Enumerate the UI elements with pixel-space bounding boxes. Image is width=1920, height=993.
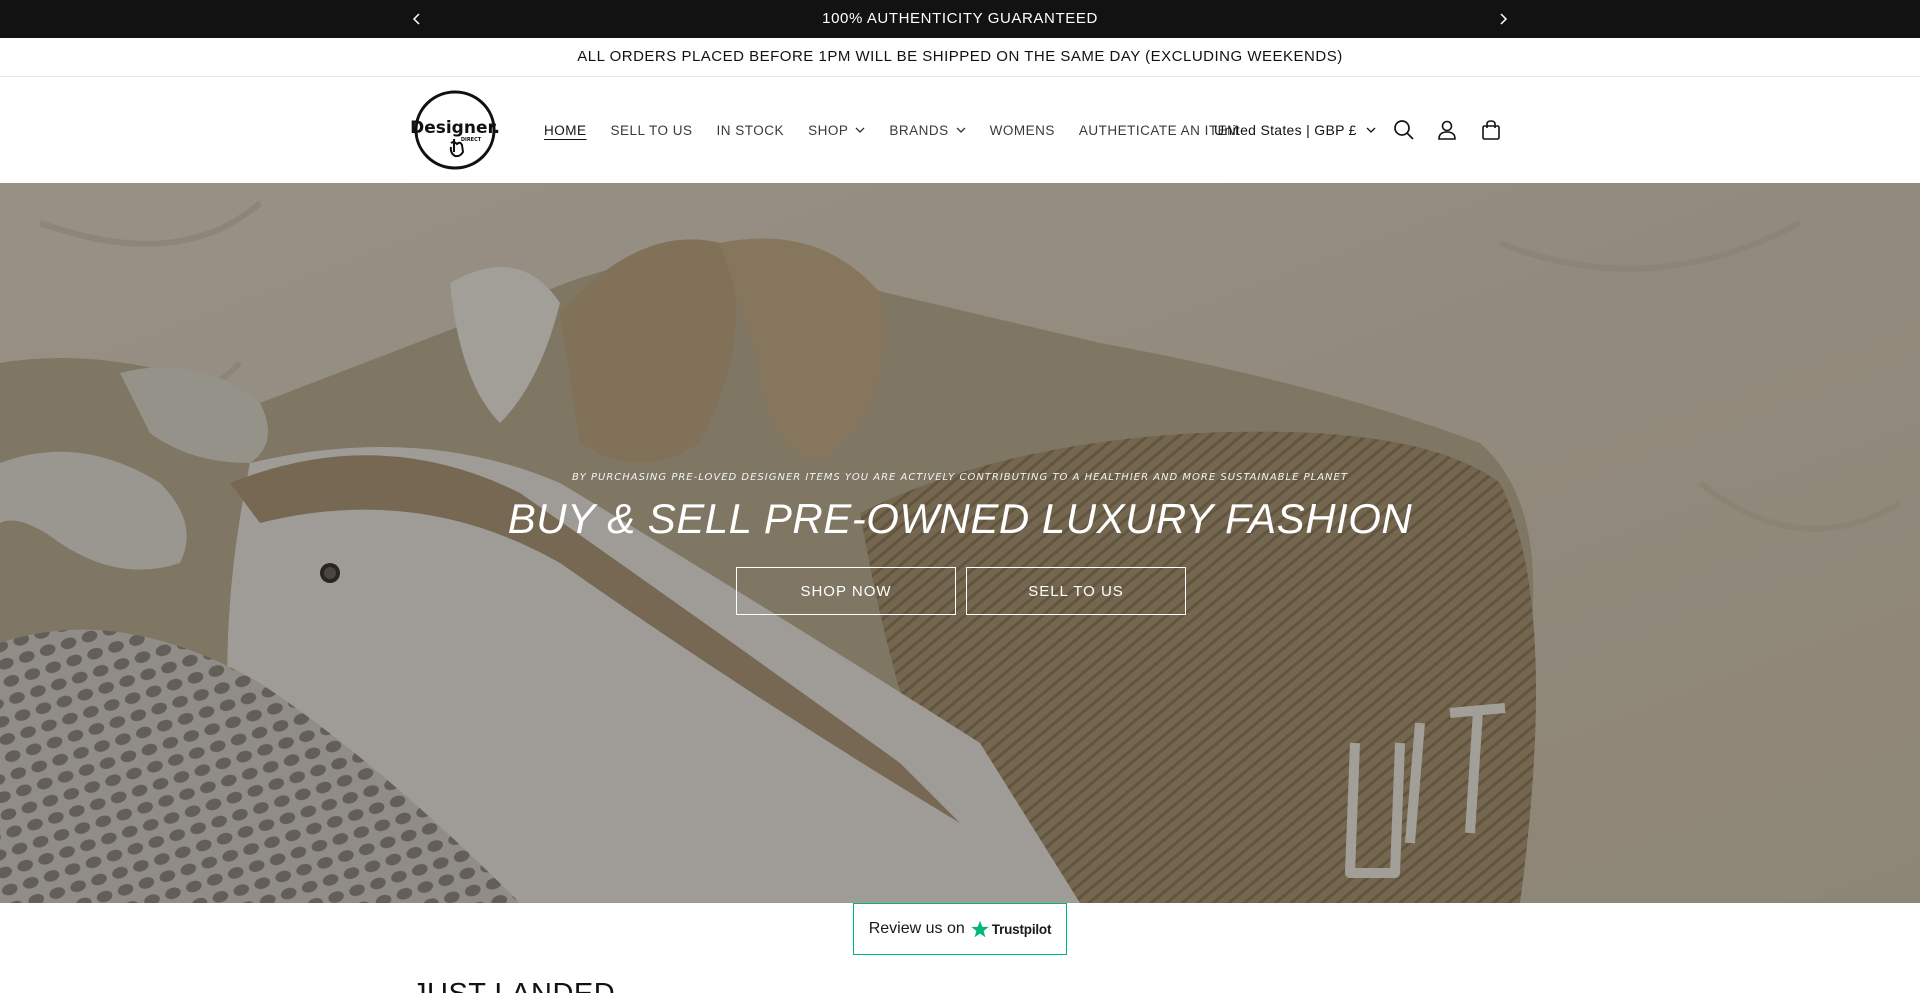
nav-item-label: HOME (544, 122, 587, 138)
nav-item-womens[interactable]: WOMENS (978, 115, 1067, 146)
site-logo[interactable]: Designer. DIRECT (410, 89, 500, 171)
chevron-right-icon (1500, 13, 1508, 25)
cart-button[interactable] (1475, 114, 1507, 146)
trustpilot-brand: Trustpilot (991, 921, 1052, 937)
announcement-message: 100% AUTHENTICITY GUARANTEED (822, 10, 1098, 27)
chevron-down-icon (855, 127, 865, 133)
announcement-next-button[interactable] (1488, 0, 1518, 38)
search-button[interactable] (1388, 114, 1420, 146)
account-icon (1438, 120, 1456, 140)
nav-item-brands[interactable]: BRANDS (877, 115, 977, 146)
nav-item-label: BRANDS (889, 122, 949, 138)
shop-now-button[interactable]: SHOP NOW (736, 567, 956, 615)
star-icon (971, 920, 989, 938)
nav-item-label: SELL TO US (610, 122, 693, 138)
trustpilot-label: Review us on (868, 920, 965, 937)
main-nav: HOME SELL TO US IN STOCK SHOP BRANDS WOM… (532, 77, 1251, 183)
hero-content: BY PURCHASING PRE-LOVED DESIGNER ITEMS Y… (0, 183, 1920, 903)
nav-item-label: SHOP (808, 122, 849, 138)
hero-subtitle: BY PURCHASING PRE-LOVED DESIGNER ITEMS Y… (572, 472, 1348, 483)
locale-label: United States | GBP £ (1214, 122, 1357, 138)
nav-item-label: IN STOCK (716, 122, 785, 138)
nav-item-shop[interactable]: SHOP (796, 115, 877, 146)
site-header: Designer. DIRECT HOME SELL TO US IN STOC… (0, 77, 1920, 183)
search-icon (1394, 120, 1414, 140)
account-button[interactable] (1431, 114, 1463, 146)
country-currency-selector[interactable]: United States | GBP £ (1214, 77, 1376, 183)
sell-to-us-button[interactable]: SELL TO US (966, 567, 1186, 615)
chevron-down-icon (1366, 127, 1376, 133)
announcement-bar: 100% AUTHENTICITY GUARANTEED (0, 0, 1920, 38)
nav-item-home[interactable]: HOME (532, 115, 599, 146)
hero-banner: BY PURCHASING PRE-LOVED DESIGNER ITEMS Y… (0, 183, 1920, 903)
nav-item-in-stock[interactable]: IN STOCK (705, 115, 797, 146)
trustpilot-review-widget[interactable]: Review us on Trustpilot (853, 903, 1067, 955)
logo-subtext: DIRECT (461, 137, 482, 143)
shipping-notice: ALL ORDERS PLACED BEFORE 1PM WILL BE SHI… (0, 38, 1920, 77)
cart-icon (1482, 120, 1500, 140)
hero-title: BUY & SELL PRE-OWNED LUXURY FASHION (507, 495, 1413, 542)
nav-item-label: WOMENS (989, 122, 1055, 138)
nav-item-sell-to-us[interactable]: SELL TO US (599, 115, 705, 146)
chevron-down-icon (956, 127, 966, 133)
logo-text: Designer. (410, 118, 500, 138)
just-landed-heading: JUST LANDED (412, 978, 615, 993)
